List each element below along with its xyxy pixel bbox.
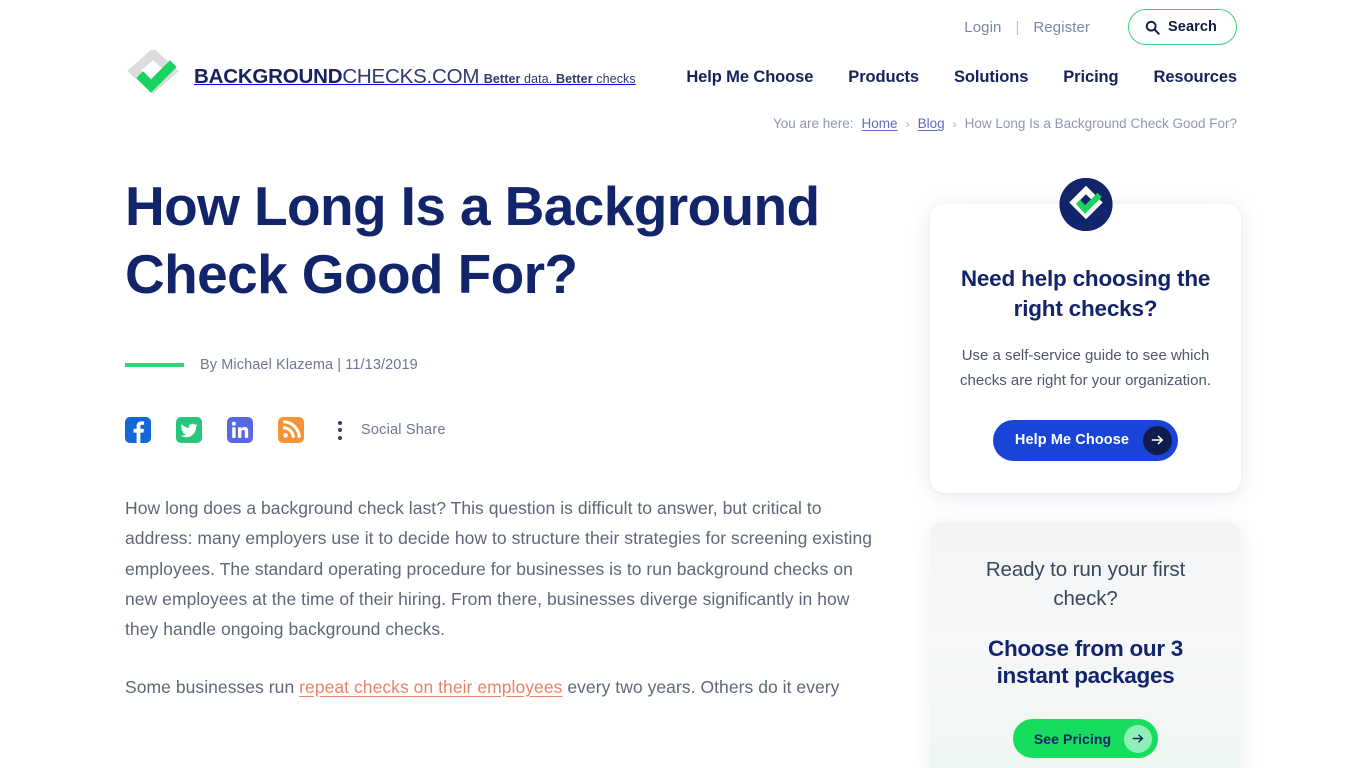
nav-item-help-me-choose[interactable]: Help Me Choose: [686, 68, 813, 87]
nav-item-pricing[interactable]: Pricing: [1063, 68, 1118, 87]
twitter-icon[interactable]: [176, 417, 202, 444]
sidebar: Need help choosing the right checks? Use…: [930, 178, 1241, 768]
site-header: BACKGROUNDCHECKS.COM Better data. Better…: [0, 47, 1366, 111]
paragraph-2: Some businesses run repeat checks on the…: [125, 672, 885, 702]
byline: By Michael Klazema | 11/13/2019: [125, 357, 885, 373]
page-root: Login | Register Search BACKGROUNDCHECKS…: [0, 0, 1366, 768]
help-me-choose-button[interactable]: Help Me Choose: [992, 419, 1179, 461]
social-share-label: Social Share: [361, 422, 446, 439]
utility-separator: |: [1015, 18, 1020, 36]
see-pricing-button[interactable]: See Pricing: [1012, 719, 1159, 759]
inline-link-repeat-checks[interactable]: repeat checks on their employees: [299, 677, 562, 697]
help-choosing-card: Need help choosing the right checks? Use…: [930, 178, 1241, 493]
byline-accent-rule: [125, 363, 184, 368]
paragraph-2-before: Some businesses run: [125, 676, 300, 697]
page-title: How Long Is a Background Check Good For?: [125, 175, 820, 306]
pricing-card-heading: Choose from our 3 instant packages: [988, 636, 1183, 689]
nav-item-products[interactable]: Products: [848, 68, 919, 87]
diamond-check-badge-icon: [1059, 178, 1112, 231]
chevron-right-icon: ›: [905, 116, 910, 131]
kebab-menu-icon[interactable]: [329, 417, 351, 443]
chevron-right-icon: ›: [952, 116, 957, 131]
help-card-heading: Need help choosing the right checks?: [960, 266, 1211, 321]
breadcrumb-prefix: You are here:: [772, 116, 854, 131]
search-button-label: Search: [1168, 19, 1217, 35]
paragraph-2-after: every two years. Others do it every: [562, 676, 840, 697]
linkedin-icon[interactable]: [227, 417, 253, 444]
help-card-body: Use a self-service guide to see which ch…: [960, 347, 1211, 389]
arrow-right-icon: [1143, 425, 1173, 455]
brand-wordmark: BACKGROUNDCHECKS.COM Better data. Better…: [194, 64, 636, 88]
byline-text: By Michael Klazema | 11/13/2019: [200, 357, 418, 374]
arrow-right-icon: [1124, 724, 1153, 753]
login-link[interactable]: Login: [962, 19, 1003, 36]
search-button[interactable]: Search: [1128, 9, 1237, 45]
pricing-card: Ready to run your first check? Choose fr…: [930, 521, 1241, 768]
main-navigation: Help Me Choose Products Solutions Pricin…: [686, 68, 1237, 87]
pricing-card-kicker: Ready to run your first check?: [985, 557, 1186, 610]
breadcrumb-link-home[interactable]: Home: [862, 116, 898, 131]
search-icon: [1145, 20, 1160, 35]
paragraph-1: How long does a background check last? T…: [125, 498, 873, 639]
social-share-bar: Social Share: [125, 417, 885, 444]
diamond-check-logo-icon: [125, 47, 181, 102]
nav-item-resources[interactable]: Resources: [1154, 68, 1238, 87]
breadcrumb: You are here: Home › Blog › How Long Is …: [773, 116, 1237, 131]
rss-icon[interactable]: [278, 417, 304, 444]
breadcrumb-link-blog[interactable]: Blog: [918, 116, 945, 131]
utility-bar: Login | Register Search: [0, 0, 1366, 54]
article: How Long Is a Background Check Good For?…: [125, 172, 885, 702]
nav-item-solutions[interactable]: Solutions: [954, 68, 1028, 87]
register-link[interactable]: Register: [1031, 19, 1092, 36]
brand-name: BACKGROUNDCHECKS.COM: [194, 65, 480, 88]
brand-tagline: Better data. Better checks: [483, 72, 636, 86]
help-me-choose-button-label: Help Me Choose: [1014, 432, 1130, 449]
article-body: How long does a background check last? T…: [125, 493, 885, 702]
brand-logo-link[interactable]: BACKGROUNDCHECKS.COM Better data. Better…: [125, 47, 636, 102]
see-pricing-button-label: See Pricing: [1033, 730, 1112, 747]
breadcrumb-current: How Long Is a Background Check Good For?: [964, 116, 1237, 131]
facebook-icon[interactable]: [125, 417, 151, 444]
